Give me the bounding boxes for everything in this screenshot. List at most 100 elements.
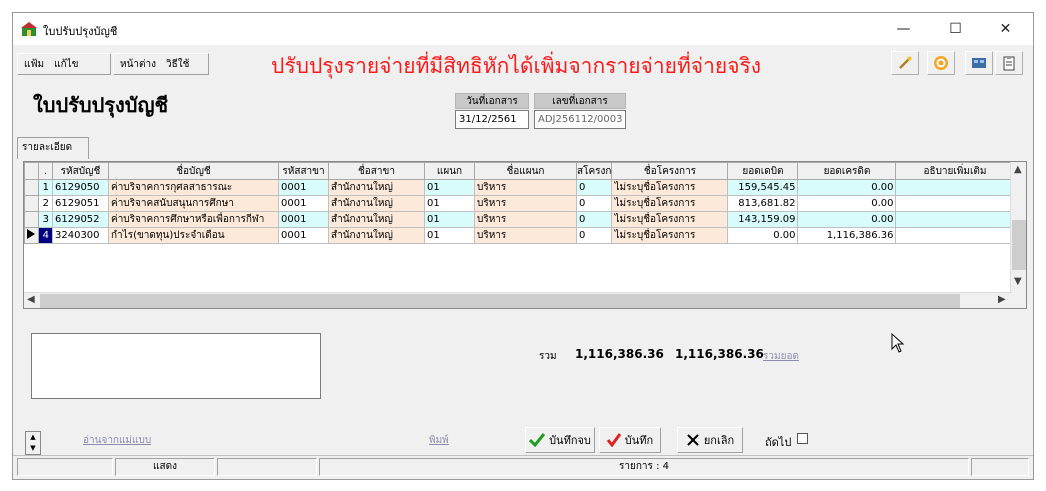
col-header-index[interactable]: . (38, 162, 53, 180)
cell-note[interactable] (895, 227, 1015, 244)
spinner-up-icon[interactable]: ▲ (26, 432, 40, 443)
date-field[interactable]: 31/12/2561 (455, 110, 529, 129)
cell-project[interactable]: 0 (576, 179, 613, 196)
cell-branch[interactable]: 0001 (278, 195, 329, 212)
cell-dept[interactable]: 01 (424, 179, 475, 196)
grid-corner (24, 162, 39, 180)
table-row[interactable]: 1 6129050 ค่าบริจาคการกุศลสาธารณะ 0001 ส… (24, 179, 1015, 196)
current-row-indicator[interactable] (24, 227, 39, 244)
col-header-branch-name[interactable]: ชื่อสาขา (328, 162, 425, 180)
scroll-left-icon[interactable]: ◀ (27, 294, 35, 305)
cell-dept-name: บริหาร (474, 195, 577, 212)
sum-link[interactable]: รวมยอด (763, 349, 799, 364)
table-row[interactable]: 3 6129052 ค่าบริจาคการศึกษาหรือเพื่อการก… (24, 211, 1015, 228)
tab-details[interactable]: รายละเอียด (17, 137, 89, 159)
cell-account-name: ค่าบริจาคการกุศลสาธารณะ (108, 179, 279, 196)
menu-edit[interactable]: แก้ไข (54, 57, 78, 72)
cell-project[interactable]: 0 (576, 195, 613, 212)
cell-credit[interactable]: 0.00 (797, 211, 897, 228)
cell-account[interactable]: 6129052 (52, 211, 109, 228)
col-header-dept[interactable]: แผนก (424, 162, 475, 180)
cell-branch[interactable]: 0001 (278, 211, 329, 228)
target-icon (934, 56, 948, 70)
cell-dept[interactable]: 01 (424, 211, 475, 228)
maximize-button[interactable]: ☐ (933, 13, 978, 45)
save-label: บันทึก (624, 434, 654, 447)
cell-project-name: ไม่ระบุชื่อโครงการ (611, 211, 729, 228)
row-indicator[interactable] (24, 195, 39, 212)
cell-project[interactable]: 0 (576, 211, 613, 228)
cancel-button[interactable]: ยกเลิก (677, 427, 743, 453)
cell-note[interactable] (895, 179, 1015, 196)
col-header-branch[interactable]: รหัสสาขา (278, 162, 329, 180)
col-header-project-name[interactable]: ชื่อโครงการ (611, 162, 729, 180)
scroll-up-icon[interactable]: ▲ (1014, 164, 1022, 175)
scroll-down-icon[interactable]: ▼ (1014, 276, 1022, 287)
row-indicator[interactable] (24, 211, 39, 228)
cell-credit[interactable]: 1,116,386.36 (797, 227, 897, 244)
col-header-account[interactable]: รหัสบัญชี (52, 162, 109, 180)
next-checkbox[interactable] (797, 433, 808, 444)
menu-window[interactable]: หน้าต่าง (120, 57, 156, 72)
cell-index: 3 (38, 211, 53, 228)
menu-help[interactable]: วิธีใช้ (166, 57, 189, 72)
resize-grip[interactable] (971, 458, 1029, 476)
print-link[interactable]: พิมพ์ (429, 433, 449, 448)
table-row[interactable]: 2 6129051 ค่าบริจาคสนับสนุนการศึกษา 0001… (24, 195, 1015, 212)
vertical-scrollbar[interactable]: ▲ ▼ (1010, 162, 1026, 308)
cell-account[interactable]: 6129050 (52, 179, 109, 196)
col-header-debit[interactable]: ยอดเดบิต (727, 162, 799, 180)
cell-credit[interactable]: 0.00 (797, 179, 897, 196)
cell-account[interactable]: 3240300 (52, 227, 109, 244)
status-mode: แสดง (115, 458, 215, 476)
horizontal-scroll-thumb[interactable] (40, 294, 960, 308)
row-spinner[interactable]: ▲ ▼ (25, 431, 41, 455)
calculator-button[interactable] (965, 51, 993, 75)
col-header-note[interactable]: อธิบายเพิ่มเติม (895, 162, 1015, 180)
wand-icon (899, 56, 912, 69)
cell-branch[interactable]: 0001 (278, 227, 329, 244)
save-close-button[interactable]: บันทึกจบ (525, 427, 595, 453)
current-row-arrow-icon (27, 229, 35, 239)
docno-field[interactable]: ADJ256112/0003 (534, 110, 626, 129)
wand-button[interactable] (891, 51, 919, 75)
cell-dept[interactable]: 01 (424, 195, 475, 212)
cell-credit[interactable]: 0.00 (797, 195, 897, 212)
cell-index: 4 (38, 227, 53, 244)
clipboard-button[interactable] (995, 51, 1023, 75)
close-button[interactable]: ✕ (983, 13, 1028, 45)
cell-note[interactable] (895, 211, 1015, 228)
cell-dept[interactable]: 01 (424, 227, 475, 244)
cell-dept-name: บริหาร (474, 211, 577, 228)
col-header-account-name[interactable]: ชื่อบัญชี (108, 162, 279, 180)
table-row[interactable]: 4 3240300 กำไร(ขาดทุน)ประจำเดือน 0001 สำ… (24, 227, 1015, 244)
target-button[interactable] (927, 51, 955, 75)
read-template-link[interactable]: อ่านจากแม่แบบ (83, 433, 151, 448)
main-window: ใบปรับปรุงบัญชี — ☐ ✕ แฟ้ม แก้ไข หน้าต่า… (12, 12, 1034, 480)
minimize-button[interactable]: — (881, 13, 926, 45)
menu-file[interactable]: แฟ้ม (24, 57, 44, 72)
scroll-right-icon[interactable]: ▶ (998, 294, 1006, 305)
vertical-scroll-thumb[interactable] (1012, 220, 1026, 270)
cell-account[interactable]: 6129051 (52, 195, 109, 212)
col-header-dept-name[interactable]: ชื่อแผนก (474, 162, 577, 180)
cancel-label: ยกเลิก (703, 434, 735, 447)
cell-note[interactable] (895, 195, 1015, 212)
cell-debit[interactable]: 143,159.09 (727, 211, 799, 228)
next-label: ถัดไป (765, 436, 792, 449)
cell-debit[interactable]: 813,681.82 (727, 195, 799, 212)
horizontal-scrollbar[interactable]: ◀ ▶ (24, 292, 1012, 308)
spinner-down-icon[interactable]: ▼ (26, 443, 40, 454)
memo-textarea[interactable] (31, 333, 321, 399)
save-button[interactable]: บันทึก (599, 427, 661, 453)
cell-branch[interactable]: 0001 (278, 179, 329, 196)
cell-debit[interactable]: 159,545.45 (727, 179, 799, 196)
row-indicator[interactable] (24, 179, 39, 196)
col-header-project[interactable]: สโครงก (575, 162, 613, 180)
cell-debit[interactable]: 0.00 (727, 227, 799, 244)
status-cell-empty (17, 458, 113, 476)
col-header-credit[interactable]: ยอดเครดิต (797, 162, 897, 180)
total-credit: 1,116,386.36 (675, 347, 764, 361)
cell-project[interactable]: 0 (576, 227, 613, 244)
check-red-icon (606, 433, 621, 447)
